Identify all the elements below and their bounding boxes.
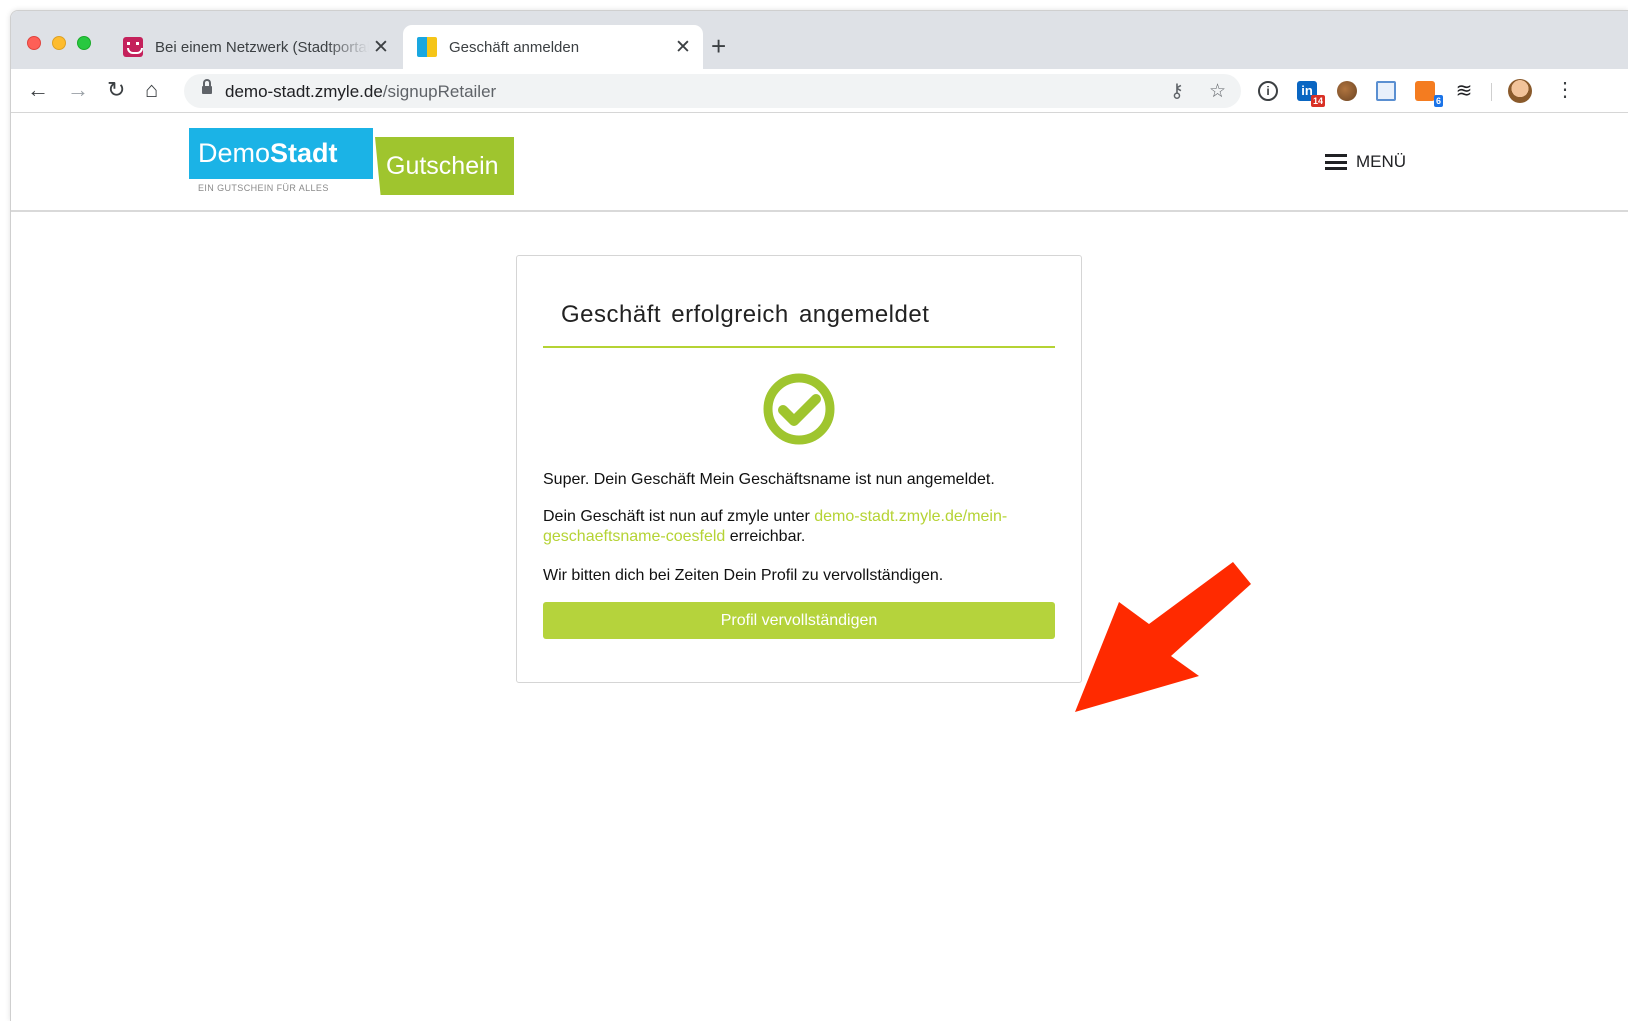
logo-demo-text: Demo xyxy=(198,138,271,168)
close-window-button[interactable] xyxy=(27,36,41,50)
logo-tagline: EIN GUTSCHEIN FÜR ALLES xyxy=(198,183,329,193)
logo-gutschein: Gutschein xyxy=(375,137,514,195)
kebab-icon[interactable]: ⋮ xyxy=(1555,77,1575,102)
close-tab-icon[interactable]: ✕ xyxy=(369,36,393,59)
browser-window: Bei einem Netzwerk (Stadtportal ✕ Geschä… xyxy=(10,10,1628,1021)
title-divider xyxy=(543,346,1055,348)
url-path: /signupRetailer xyxy=(382,82,497,101)
message-suffix: erreichbar. xyxy=(725,528,806,545)
menu-button[interactable]: MENÜ xyxy=(1325,152,1406,172)
annotation-arrow-icon xyxy=(1075,562,1251,712)
netzwerk-favicon-icon xyxy=(123,37,143,57)
cookie-icon[interactable] xyxy=(1337,81,1357,101)
demostadt-favicon-icon xyxy=(417,37,437,57)
close-tab-icon[interactable]: ✕ xyxy=(671,36,695,59)
linkedin-icon[interactable]: in 14 xyxy=(1297,81,1325,107)
linkedin-badge: 14 xyxy=(1310,95,1325,107)
info-icon[interactable]: i xyxy=(1258,81,1278,101)
site-header: DemoStadt EIN GUTSCHEIN FÜR ALLES Gutsch… xyxy=(11,114,1628,212)
url-host: demo-stadt.zmyle.de xyxy=(225,82,383,101)
avatar[interactable] xyxy=(1508,79,1532,103)
complete-profile-button[interactable]: Profil vervollständigen xyxy=(543,602,1055,639)
forward-icon[interactable]: → xyxy=(67,79,89,101)
home-icon[interactable]: ⌂ xyxy=(145,79,158,101)
minimize-window-button[interactable] xyxy=(52,36,66,50)
page-content: DemoStadt EIN GUTSCHEIN FÜR ALLES Gutsch… xyxy=(11,114,1628,1021)
hamburger-icon xyxy=(1325,154,1347,170)
tab-strip: Bei einem Netzwerk (Stadtportal ✕ Geschä… xyxy=(11,11,1628,69)
window-icon[interactable] xyxy=(1376,81,1396,101)
toolbar-divider xyxy=(1491,83,1492,101)
url-text[interactable]: demo-stadt.zmyle.de/signupRetailer xyxy=(225,82,496,102)
tab-title: Geschäft anmelden xyxy=(449,38,580,56)
menu-label: MENÜ xyxy=(1356,152,1407,171)
logo-stadt-text: Stadt xyxy=(270,138,338,168)
lock-icon xyxy=(202,79,212,96)
tab-netzwerk[interactable]: Bei einem Netzwerk (Stadtportal ✕ xyxy=(111,25,401,69)
success-check-icon xyxy=(763,373,835,445)
key-icon[interactable]: ⚷ xyxy=(1170,80,1184,103)
address-bar[interactable]: demo-stadt.zmyle.de/signupRetailer ⚷ ☆ xyxy=(184,74,1241,108)
back-icon[interactable]: ← xyxy=(27,79,49,101)
complete-profile-hint: Wir bitten dich bei Zeiten Dein Profil z… xyxy=(543,567,944,584)
message-prefix: Dein Geschäft ist nun auf zmyle unter xyxy=(543,508,815,525)
success-card: Geschäft erfolgreich angemeldet Super. D… xyxy=(516,255,1082,683)
success-message: Super. Dein Geschäft Mein Geschäftsname … xyxy=(543,471,995,488)
profile-url-message: Dein Geschäft ist nun auf zmyle unter de… xyxy=(543,507,1055,547)
card-title: Geschäft erfolgreich angemeldet xyxy=(561,301,930,328)
reload-icon[interactable]: ↻ xyxy=(107,79,125,101)
maximize-window-button[interactable] xyxy=(77,36,91,50)
new-tab-button[interactable]: + xyxy=(711,33,726,59)
browser-toolbar: ← → ↻ ⌂ demo-stadt.zmyle.de/signupRetail… xyxy=(11,69,1628,113)
hub-badge: 6 xyxy=(1433,95,1443,107)
hub-icon[interactable]: 6 xyxy=(1415,81,1443,107)
star-icon[interactable]: ☆ xyxy=(1209,80,1226,103)
demostadt-logo[interactable]: DemoStadt EIN GUTSCHEIN FÜR ALLES Gutsch… xyxy=(189,128,516,198)
tab-geschaeft-anmelden[interactable]: Geschäft anmelden ✕ xyxy=(403,25,703,69)
tab-title: Bei einem Netzwerk (Stadtportal xyxy=(155,38,369,56)
stack-icon[interactable]: ≋ xyxy=(1454,81,1474,101)
logo-demostadt: DemoStadt xyxy=(189,128,373,179)
